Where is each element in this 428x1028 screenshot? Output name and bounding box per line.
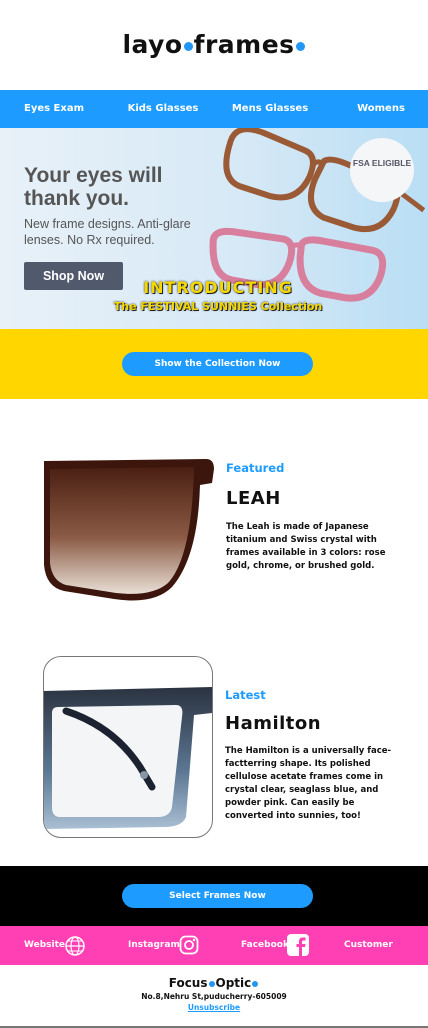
facebook-icon: [287, 934, 309, 956]
collection-band: Show the Collection Now: [0, 329, 428, 399]
website-link[interactable]: Website: [24, 926, 85, 965]
select-frames-band: Select Frames Now: [0, 866, 428, 926]
leah-product-image[interactable]: [44, 447, 214, 609]
customer-service-link[interactable]: Customer Service: [344, 926, 428, 989]
select-frames-button[interactable]: Select Frames Now: [122, 884, 313, 908]
hamilton-product-image[interactable]: [43, 656, 213, 838]
website-label: Website: [24, 940, 66, 950]
fsa-badge: FSA ELIGIBLE: [350, 138, 414, 202]
hero-subtext: New frame designs. Anti-glare lenses. No…: [24, 217, 191, 247]
eyeglasses-image: [44, 687, 212, 829]
logo-text-2: frames: [193, 30, 295, 59]
sunglasses-image: [44, 459, 214, 601]
facebook-label: Facebook: [241, 940, 289, 950]
email-header: layo frames: [0, 0, 428, 90]
logo-text-1: layo: [122, 30, 183, 59]
footer-logo: Focus Optic: [0, 976, 428, 990]
instagram-icon: [179, 935, 199, 955]
introducing-title: INTRODUCTING: [143, 278, 293, 297]
nav-kids-glasses[interactable]: Kids Glasses: [124, 90, 202, 128]
logo-dot-end: [295, 41, 305, 51]
globe-icon: [65, 936, 85, 956]
footer-logo-text-1: Focus: [168, 976, 208, 990]
footer-address: No.8,Nehru St,puducherry-605009: [141, 992, 287, 1001]
product-name-hamilton[interactable]: Hamilton: [225, 713, 321, 734]
social-bar: Website Instagram Facebook Customer Serv…: [0, 926, 428, 989]
nav-womens-glasses[interactable]: Womens Glasses: [338, 90, 424, 152]
logo-dot: [183, 41, 193, 51]
product-description-leah: The Leah is made of Japanese titanium an…: [226, 522, 386, 571]
unsubscribe-link[interactable]: Unsubscribe: [0, 1003, 428, 1012]
brand-logo[interactable]: layo frames: [0, 30, 428, 59]
main-nav: Eyes Exam Kids Glasses Mens Glasses Wome…: [0, 90, 428, 152]
footer-logo-dot: [208, 980, 215, 987]
collection-subtitle: The FESTIVAL SUNNIES Collection: [113, 300, 323, 313]
nav-mens-glasses[interactable]: Mens Glasses: [230, 90, 310, 128]
product-name-leah[interactable]: LEAH: [226, 488, 281, 509]
instagram-link[interactable]: Instagram: [128, 926, 199, 965]
hero-headline: Your eyes will thank you.: [24, 164, 163, 210]
nav-eyes-exam[interactable]: Eyes Exam: [16, 90, 92, 128]
product-description-hamilton: The Hamilton is a universally face-factt…: [225, 746, 392, 821]
footer-logo-dot-end: [252, 980, 259, 987]
product-category-featured: Featured: [226, 461, 285, 475]
facebook-link[interactable]: Facebook: [241, 926, 309, 965]
instagram-label: Instagram: [128, 940, 180, 950]
product-category-latest: Latest: [225, 688, 266, 702]
footer-logo-text-2: Optic: [215, 976, 252, 990]
show-collection-button[interactable]: Show the Collection Now: [122, 352, 313, 376]
hero-banner[interactable]: Your eyes will thank you. New frame desi…: [0, 128, 428, 329]
